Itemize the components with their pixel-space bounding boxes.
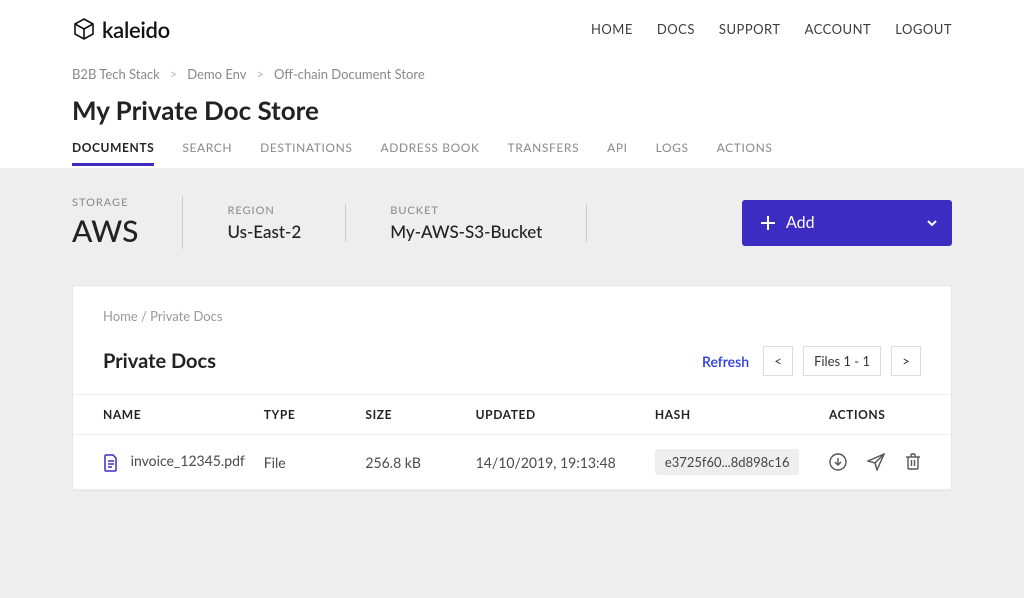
tab-documents[interactable]: DOCUMENTS xyxy=(72,140,154,166)
send-icon[interactable] xyxy=(867,453,885,471)
crumb-env[interactable]: Demo Env xyxy=(187,66,246,82)
tab-address-book[interactable]: ADDRESS BOOK xyxy=(381,140,480,163)
chevron-down-icon xyxy=(925,216,939,230)
tab-transfers[interactable]: TRANSFERS xyxy=(508,140,580,163)
refresh-link[interactable]: Refresh xyxy=(702,353,749,370)
col-type: TYPE xyxy=(264,395,366,435)
pager-next[interactable]: > xyxy=(891,346,921,376)
brand-logo[interactable]: kaleido xyxy=(72,16,170,43)
breadcrumb: B2B Tech Stack > Demo Env > Off-chain Do… xyxy=(0,48,1024,88)
region-value: Us-East-2 xyxy=(227,221,301,242)
tab-api[interactable]: API xyxy=(607,140,628,163)
bucket-value: My-AWS-S3-Bucket xyxy=(390,221,542,242)
col-updated: UPDATED xyxy=(476,395,655,435)
page-title: My Private Doc Store xyxy=(72,94,952,126)
brand-name: kaleido xyxy=(102,16,170,43)
file-name[interactable]: invoice_12345.pdf xyxy=(131,452,245,469)
download-icon[interactable] xyxy=(829,453,847,471)
crumb-sep: > xyxy=(170,66,178,82)
nav-logout[interactable]: LOGOUT xyxy=(895,21,952,37)
crumb-service[interactable]: Off-chain Document Store xyxy=(274,66,425,82)
col-actions: ACTIONS xyxy=(829,395,951,435)
storage-value: AWS xyxy=(72,213,138,249)
bucket-label: BUCKET xyxy=(390,204,542,217)
trash-icon[interactable] xyxy=(905,453,921,471)
col-size: SIZE xyxy=(365,395,475,435)
col-name: NAME xyxy=(73,395,264,435)
file-updated: 14/10/2019, 19:13:48 xyxy=(476,435,655,490)
pager-range[interactable]: Files 1 - 1 xyxy=(803,346,881,376)
nav-support[interactable]: SUPPORT xyxy=(719,21,781,37)
tab-logs[interactable]: LOGS xyxy=(656,140,689,163)
logo-icon xyxy=(72,17,96,41)
nav-docs[interactable]: DOCS xyxy=(657,21,695,37)
nav-account[interactable]: ACCOUNT xyxy=(805,21,872,37)
storage-label: STORAGE xyxy=(72,196,138,209)
tab-actions[interactable]: ACTIONS xyxy=(717,140,773,163)
col-hash: HASH xyxy=(655,395,829,435)
table-row: invoice_12345.pdf File 256.8 kB 14/10/20… xyxy=(73,435,951,490)
add-dropdown-toggle[interactable] xyxy=(912,216,952,230)
tab-destinations[interactable]: DESTINATIONS xyxy=(260,140,352,163)
panel-breadcrumb: Home / Private Docs xyxy=(103,308,921,324)
plus-icon xyxy=(760,215,776,231)
add-button-label: Add xyxy=(786,213,815,232)
add-button[interactable]: Add xyxy=(742,200,952,246)
file-hash[interactable]: e3725f60...8d898c16 xyxy=(655,449,800,475)
tab-search[interactable]: SEARCH xyxy=(182,140,232,163)
region-label: REGION xyxy=(227,204,301,217)
file-size: 256.8 kB xyxy=(365,435,475,490)
crumb-consortium[interactable]: B2B Tech Stack xyxy=(72,66,160,82)
pager-prev[interactable]: < xyxy=(763,346,793,376)
crumb-sep: > xyxy=(256,66,264,82)
panel-title: Private Docs xyxy=(103,349,216,373)
nav-home[interactable]: HOME xyxy=(591,21,633,37)
file-type: File xyxy=(264,435,366,490)
file-icon xyxy=(103,454,119,472)
